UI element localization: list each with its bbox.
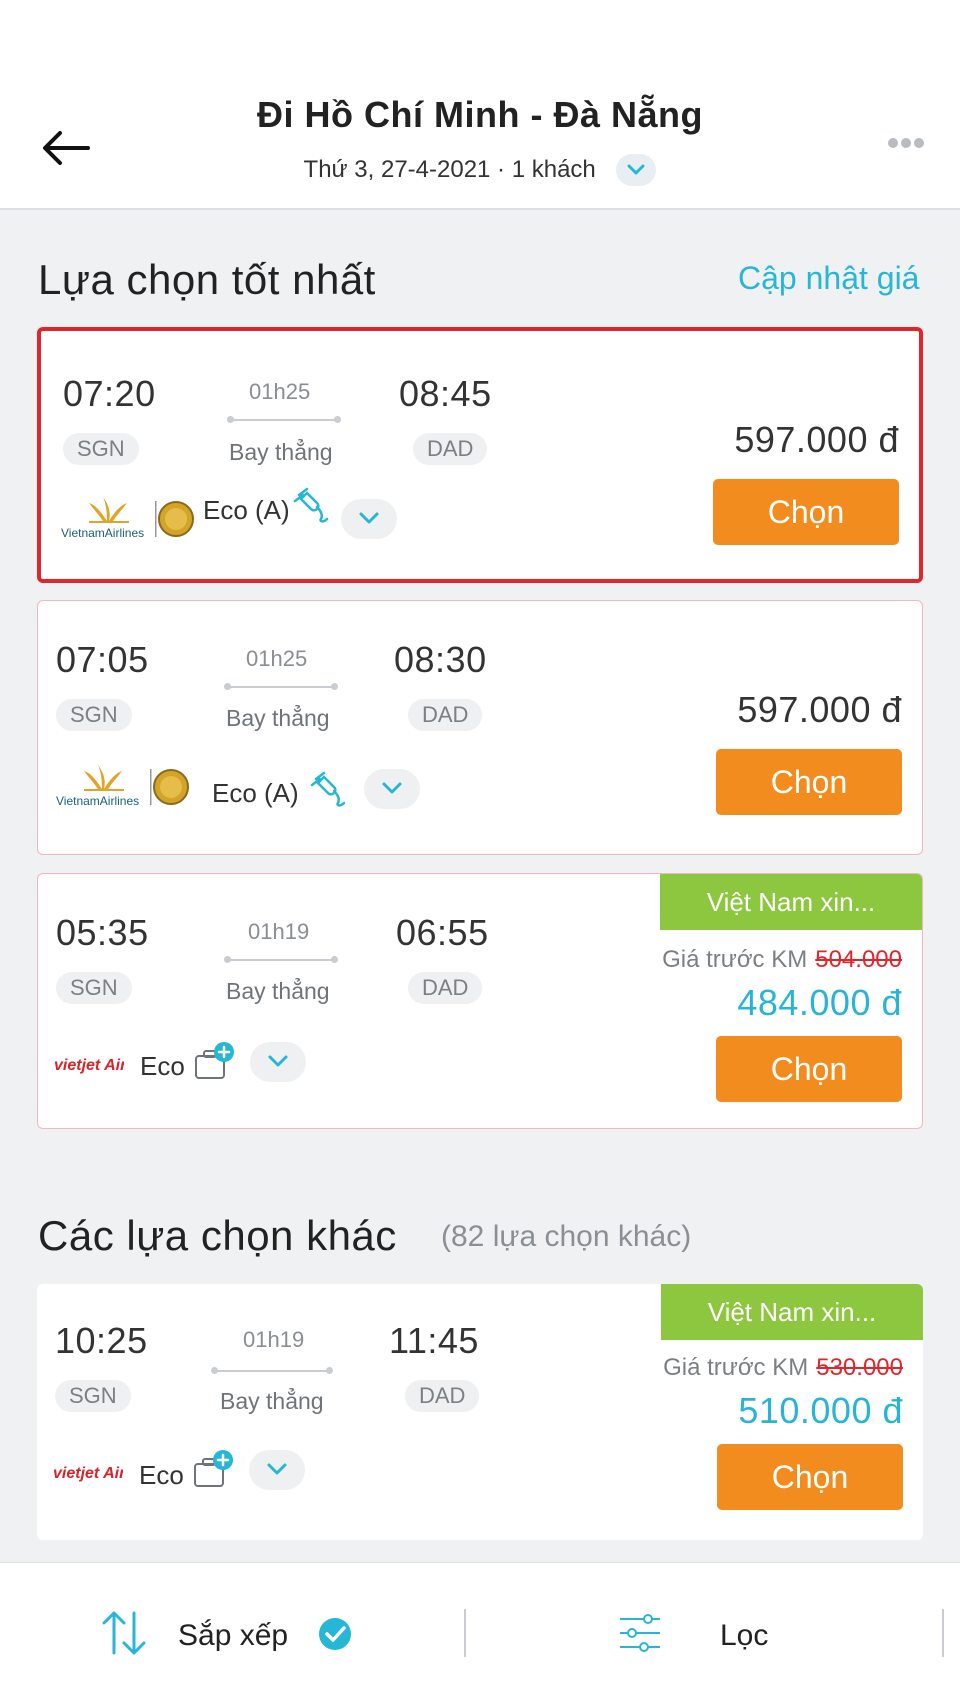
filter-label: Lọc [720,1619,769,1652]
vietjet-logo-text: vietjet Air.com [53,1465,123,1482]
update-price-link[interactable]: Cập nhật giá [738,260,919,297]
original-price-row: Giá trước KM 504.000 [662,946,902,974]
destination-code: DAD [413,433,488,465]
other-options-title: Các lựa chọn khác [38,1212,397,1259]
chevron-down-icon [359,512,379,524]
arrive-time: 08:45 [399,373,492,414]
select-flight-button[interactable]: Chọn [716,1036,902,1102]
vietjet-logo: vietjet Air.com [53,1465,123,1482]
arrive-time: 11:45 [389,1320,479,1361]
select-flight-button[interactable]: Chọn [717,1444,903,1510]
vna-logo-text: VietnamAirlines [61,526,144,540]
sort-icon [102,1611,146,1655]
power-plug-icon [310,771,346,807]
route-line [211,1367,333,1374]
flight-duration: 01h25 [246,646,308,671]
toolbar-divider [942,1609,944,1657]
vietjet-logo-text: vietjet Air.com [54,1057,124,1074]
depart-time: 07:05 [56,639,149,680]
original-price-label: Giá trước KM [662,946,808,973]
flight-card[interactable]: 07:05 SGN 01h25 Bay thẳng 08:30 DAD Viet… [37,600,923,855]
depart-time: 07:20 [63,373,156,414]
flight-details-toggle[interactable] [364,769,420,809]
chevron-down-icon [268,1055,288,1067]
original-price: 530.000 [816,1354,903,1381]
chevron-down-icon [382,782,402,794]
original-price-label: Giá trước KM [663,1354,809,1381]
vna-logo-text: VietnamAirlines [56,794,139,808]
flight-duration: 01h25 [249,379,311,404]
trip-date-passengers: Thứ 3, 27-4-2021 · 1 khách [303,156,596,183]
fare-price: 597.000 đ [734,419,899,460]
route-line [227,416,341,423]
cabin-class: Eco (A) [212,778,299,808]
flight-duration: 01h19 [248,919,310,944]
check-circle-icon [319,1618,351,1650]
original-price: 504.000 [815,946,902,973]
flight-details-toggle[interactable] [249,1450,305,1490]
cabin-class: Eco (A) [203,495,290,525]
origin-code: SGN [63,433,139,465]
origin-code: SGN [56,972,132,1004]
origin-code: SGN [56,699,132,731]
fare-price: 510.000 đ [738,1390,903,1431]
cabin-class: Eco [139,1460,184,1490]
route-line [224,956,338,963]
arrive-time: 08:30 [394,639,487,680]
flight-details-toggle[interactable] [341,499,397,539]
add-baggage-icon [194,1450,233,1487]
promo-tag: Việt Nam xin... [660,874,922,930]
flight-card[interactable]: 07:20 SGN 01h25 Bay thẳng 08:45 DAD Viet… [37,327,923,583]
promo-tag: Việt Nam xin... [661,1284,923,1340]
origin-code: SGN [55,1380,131,1412]
trip-summary[interactable]: Thứ 3, 27-4-2021 · 1 khách [0,154,960,186]
select-flight-button[interactable]: Chọn [716,749,902,815]
other-options-count: (82 lựa chọn khác) [441,1220,692,1253]
best-options-title: Lựa chọn tốt nhất [38,256,376,303]
destination-code: DAD [405,1380,480,1412]
fare-price: 597.000 đ [737,689,902,730]
flight-duration: 01h19 [243,1327,305,1352]
sort-label: Sắp xếp [178,1619,289,1652]
toolbar-divider [464,1609,466,1657]
select-flight-button[interactable]: Chọn [713,479,899,545]
original-price-row: Giá trước KM 530.000 [663,1354,903,1382]
page-title: Đi Hồ Chí Minh - Đà Nẵng [257,94,703,135]
stops-label: Bay thẳng [229,439,333,465]
destination-code: DAD [408,972,483,1004]
power-plug-icon [293,487,329,523]
flight-card[interactable]: Việt Nam xin... 05:35 SGN 01h19 Bay thẳn… [37,873,923,1129]
arrive-time: 06:55 [396,912,489,953]
more-options-icon[interactable] [888,136,924,150]
trip-expand-button[interactable] [616,154,657,186]
stops-label: Bay thẳng [226,705,330,731]
chevron-down-icon [267,1463,287,1475]
route-line [224,683,338,690]
cabin-class: Eco [140,1051,185,1081]
vietnam-airlines-logo: VietnamAirlines [61,497,194,540]
depart-time: 05:35 [56,912,149,953]
add-baggage-icon [195,1042,234,1079]
fare-price: 484.000 đ [737,982,902,1023]
app-header: Đi Hồ Chí Minh - Đà Nẵng Thứ 3, 27-4-202… [0,0,960,210]
depart-time: 10:25 [55,1320,148,1361]
flight-card[interactable]: Việt Nam xin... 10:25 SGN 01h19 Bay thẳn… [37,1284,923,1540]
destination-code: DAD [408,699,483,731]
stops-label: Bay thẳng [226,978,330,1004]
bottom-toolbar: Sắp xếp Lọc [0,1562,960,1707]
vietnam-airlines-logo: VietnamAirlines [56,765,189,808]
chevron-down-icon [627,164,645,175]
vietjet-logo: vietjet Air.com [54,1057,124,1074]
stops-label: Bay thẳng [220,1388,324,1414]
flight-details-toggle[interactable] [250,1042,306,1082]
filter-sliders-icon [620,1614,660,1652]
